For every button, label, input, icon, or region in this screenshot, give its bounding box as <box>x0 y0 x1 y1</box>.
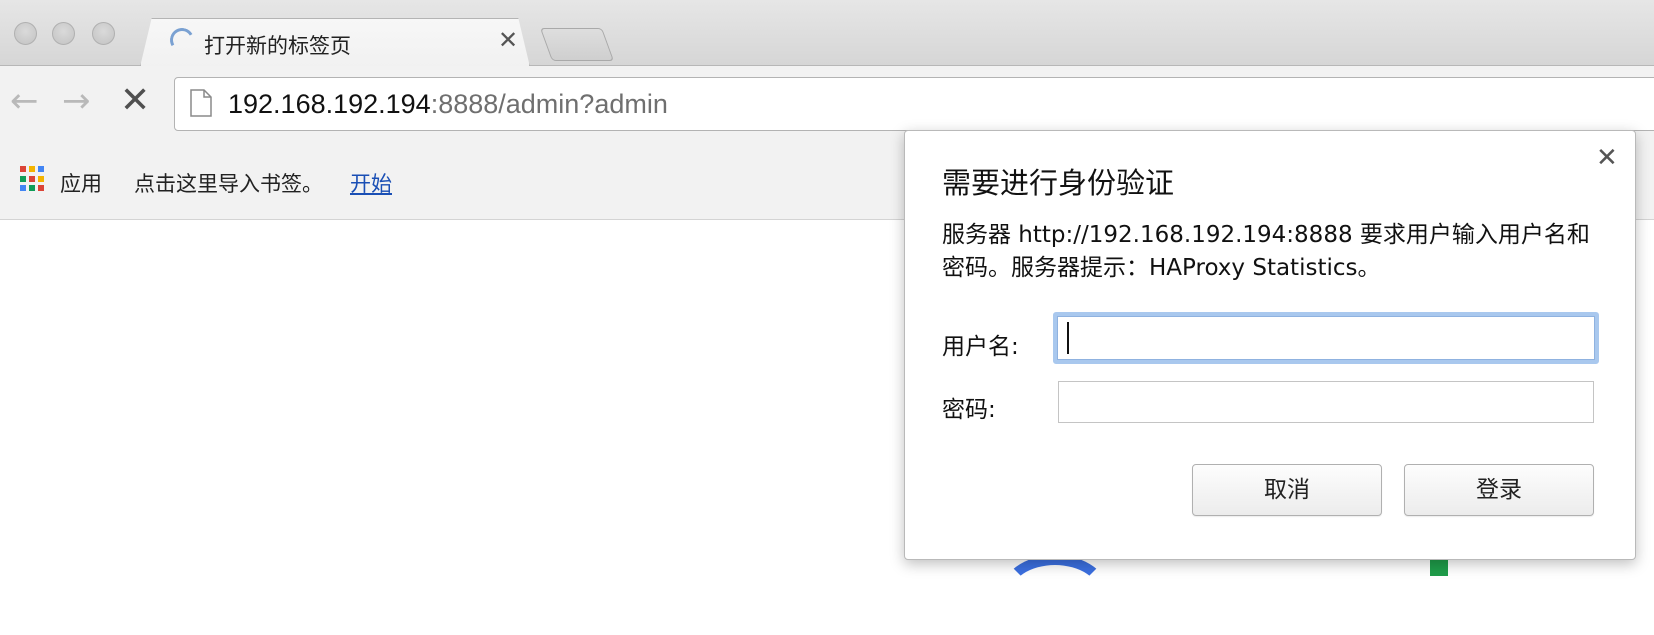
password-label: 密码: <box>942 397 996 423</box>
window-zoom-button[interactable] <box>92 22 115 45</box>
dialog-close-icon[interactable]: ✕ <box>1596 145 1618 171</box>
forward-arrow-icon[interactable]: → <box>62 84 91 118</box>
apps-shortcut[interactable]: 应用 <box>60 168 102 198</box>
import-bookmarks-hint: 点击这里导入书签。 <box>134 172 323 196</box>
new-tab-button[interactable] <box>539 28 615 61</box>
text-caret <box>1067 322 1069 354</box>
url-text[interactable]: 192.168.192.194:8888/admin?admin <box>228 89 668 120</box>
apps-grid-dot <box>20 175 26 182</box>
start-link[interactable]: 开始 <box>350 168 392 198</box>
password-field[interactable] <box>1058 381 1594 423</box>
username-field[interactable] <box>1053 312 1599 364</box>
apps-grid-dot <box>29 175 35 182</box>
back-arrow-icon[interactable]: ← <box>10 84 39 118</box>
dialog-title: 需要进行身份验证 <box>942 166 1175 200</box>
apps-grid-dot <box>38 185 44 192</box>
url-path: :8888/admin?admin <box>430 89 668 119</box>
username-label: 用户名: <box>942 334 1019 360</box>
cancel-button[interactable]: 取消 <box>1192 464 1382 516</box>
tab-close-icon[interactable]: ✕ <box>498 28 518 52</box>
page-icon <box>190 89 212 117</box>
window-minimize-button[interactable] <box>52 22 75 45</box>
apps-grid-dot <box>38 166 44 172</box>
tab-title: 打开新的标签页 <box>204 34 351 58</box>
apps-grid-dot <box>20 185 26 192</box>
dialog-message: 服务器 http://192.168.192.194:8888 要求用户输入用户… <box>942 222 1590 281</box>
url-host: 192.168.192.194 <box>228 89 431 119</box>
apps-grid-dot <box>38 175 44 182</box>
apps-grid-dot <box>29 166 35 172</box>
login-button[interactable]: 登录 <box>1404 464 1594 516</box>
apps-grid-icon[interactable] <box>20 166 46 192</box>
page-logo-fragment <box>1000 555 1110 635</box>
stop-loading-icon[interactable]: ✕ <box>120 83 150 119</box>
apps-grid-dot <box>20 166 26 172</box>
apps-grid-dot <box>29 185 35 192</box>
window-close-button[interactable] <box>14 22 37 45</box>
